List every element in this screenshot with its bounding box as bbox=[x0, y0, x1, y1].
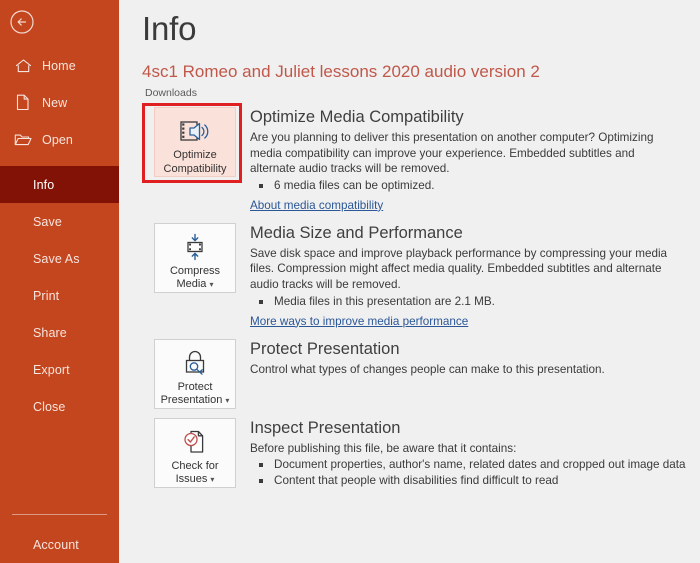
sidebar-item-label: Print bbox=[33, 288, 60, 303]
caption-line-1: Compress bbox=[169, 264, 221, 277]
powerpoint-backstage-info: Home New Open Info Save Save As Print Sh… bbox=[0, 0, 700, 563]
backstage-sidebar: Home New Open Info Save Save As Print Sh… bbox=[0, 0, 119, 563]
sidebar-item-new[interactable]: New bbox=[0, 84, 119, 121]
section-bullets: Document properties, author's name, rela… bbox=[250, 457, 700, 489]
section-description: Are you planning to deliver this present… bbox=[250, 131, 654, 176]
sidebar-main-group: Info Save Save As Print Share Export Clo… bbox=[0, 166, 119, 425]
compress-media-label: Compress Media ▾ bbox=[155, 265, 235, 292]
document-check-icon bbox=[178, 427, 212, 457]
optimize-compatibility-label: Optimize Compatibility bbox=[155, 149, 235, 176]
caption-line-1: Check for bbox=[171, 459, 219, 472]
section-body: Media Size and Performance Save disk spa… bbox=[236, 223, 700, 330]
section-title: Media Size and Performance bbox=[250, 223, 463, 242]
sidebar-item-label: New bbox=[42, 95, 68, 110]
section-description: Control what types of changes people can… bbox=[250, 362, 605, 376]
protect-presentation-label: Protect Presentation ▾ bbox=[155, 381, 235, 408]
document-title: 4sc1 Romeo and Juliet lessons 2020 audio… bbox=[142, 62, 540, 81]
caption-line-2: Issues bbox=[175, 473, 208, 486]
section-title: Optimize Media Compatibility bbox=[250, 108, 464, 126]
sidebar-item-label: Home bbox=[42, 58, 76, 73]
more-ways-improve-media-link[interactable]: More ways to improve media performance bbox=[250, 315, 468, 328]
sidebar-item-label: Open bbox=[42, 132, 73, 147]
check-for-issues-button[interactable]: Check for Issues ▾ bbox=[154, 417, 236, 488]
protect-presentation-button[interactable]: Protect Presentation ▾ bbox=[154, 338, 236, 409]
sidebar-item-label: Info bbox=[33, 177, 55, 192]
sidebar-item-share[interactable]: Share bbox=[0, 314, 119, 351]
info-pane: Info 4sc1 Romeo and Juliet lessons 2020 … bbox=[119, 0, 700, 563]
check-for-issues-label: Check for Issues ▾ bbox=[155, 460, 235, 487]
list-item: Media files in this presentation are 2.1… bbox=[250, 294, 700, 310]
page-title: Info bbox=[142, 10, 197, 47]
caption-line-2: Presentation bbox=[160, 394, 223, 407]
list-item: 6 media files can be optimized. bbox=[250, 178, 700, 194]
section-protect-presentation: Protect Presentation ▾ Protect Presentat… bbox=[142, 338, 700, 409]
sidebar-item-open[interactable]: Open bbox=[0, 121, 119, 158]
chevron-down-icon: ▾ bbox=[210, 475, 215, 485]
new-document-icon bbox=[8, 94, 38, 111]
section-body: Inspect Presentation Before publishing t… bbox=[236, 418, 700, 490]
document-path: Downloads bbox=[145, 87, 197, 99]
sidebar-item-label: Export bbox=[33, 362, 70, 377]
caption-line-1: Protect bbox=[177, 380, 213, 393]
caption-line-2: Media bbox=[176, 278, 207, 291]
sidebar-item-home[interactable]: Home bbox=[0, 47, 119, 84]
caption-line-2: Compatibility bbox=[163, 162, 227, 175]
open-folder-icon bbox=[8, 132, 38, 147]
section-media-size: Compress Media ▾ Media Size and Performa… bbox=[142, 222, 700, 330]
sidebar-divider-bottom bbox=[12, 514, 107, 515]
section-inspect-presentation: Check for Issues ▾ Inspect Presentation … bbox=[142, 417, 700, 490]
sidebar-item-save[interactable]: Save bbox=[0, 203, 119, 240]
film-speaker-icon bbox=[178, 116, 212, 146]
sidebar-item-print[interactable]: Print bbox=[0, 277, 119, 314]
sidebar-item-label: Account bbox=[33, 538, 79, 552]
optimize-compatibility-button[interactable]: Optimize Compatibility bbox=[154, 107, 236, 177]
section-bullets: 6 media files can be optimized. bbox=[250, 178, 700, 194]
chevron-down-icon: ▾ bbox=[225, 396, 230, 406]
sidebar-item-label: Share bbox=[33, 325, 67, 340]
sidebar-item-label: Save bbox=[33, 214, 62, 229]
section-title: Protect Presentation bbox=[250, 339, 400, 358]
lock-key-icon bbox=[178, 348, 212, 378]
sidebar-item-save-as[interactable]: Save As bbox=[0, 240, 119, 277]
sidebar-item-account[interactable]: Account bbox=[0, 527, 119, 563]
back-button[interactable] bbox=[7, 7, 37, 37]
list-item: Content that people with disabilities fi… bbox=[250, 473, 700, 489]
section-description: Save disk space and improve playback per… bbox=[250, 246, 668, 291]
sidebar-item-export[interactable]: Export bbox=[0, 351, 119, 388]
home-icon bbox=[8, 58, 38, 74]
back-arrow-icon bbox=[9, 9, 35, 35]
sidebar-item-info[interactable]: Info bbox=[0, 166, 119, 203]
section-description: Before publishing this file, be aware th… bbox=[250, 441, 517, 455]
film-compress-icon bbox=[178, 232, 212, 262]
sidebar-item-close[interactable]: Close bbox=[0, 388, 119, 425]
sidebar-item-label: Close bbox=[33, 399, 66, 414]
section-body: Optimize Media Compatibility Are you pla… bbox=[236, 107, 700, 214]
sidebar-top-group: Home New Open bbox=[0, 47, 119, 177]
chevron-down-icon: ▾ bbox=[209, 280, 214, 290]
sidebar-item-label: Save As bbox=[33, 251, 80, 266]
section-optimize-media: Optimize Compatibility Optimize Media Co… bbox=[142, 103, 700, 214]
compress-media-button[interactable]: Compress Media ▾ bbox=[154, 222, 236, 293]
list-item: Document properties, author's name, rela… bbox=[250, 457, 700, 473]
about-media-compatibility-link[interactable]: About media compatibility bbox=[250, 199, 383, 212]
section-bullets: Media files in this presentation are 2.1… bbox=[250, 294, 700, 310]
section-body: Protect Presentation Control what types … bbox=[236, 339, 700, 409]
caption-line-1: Optimize bbox=[173, 149, 217, 161]
sidebar-bottom-group: Account bbox=[0, 505, 119, 563]
section-title: Inspect Presentation bbox=[250, 418, 401, 437]
